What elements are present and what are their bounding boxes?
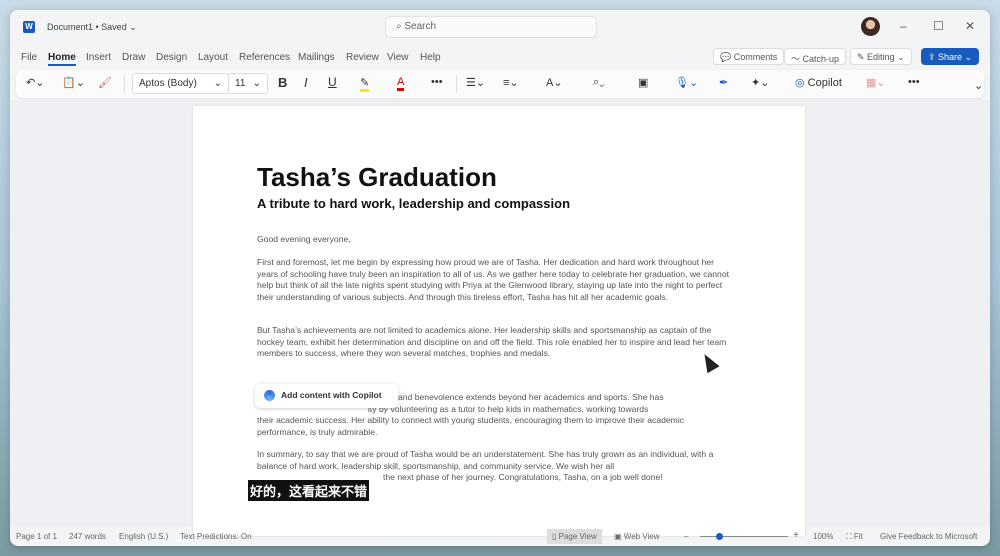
tab-draw[interactable]: Draw — [122, 52, 145, 63]
copilot-icon: ◎ — [795, 77, 805, 89]
close-button[interactable]: ✕ — [965, 19, 975, 33]
search-placeholder: Search — [404, 21, 437, 32]
paste-button[interactable]: 📋⌄ — [62, 76, 85, 89]
font-size-value: 11 — [235, 78, 246, 89]
more-button[interactable]: ••• — [431, 76, 443, 88]
reuse-files-icon[interactable]: ▣ — [638, 76, 648, 89]
doc-subtitle: A tribute to hard work, leadership and c… — [257, 196, 571, 211]
paragraph: In summary, to say that we are proud of … — [257, 449, 714, 471]
designer-icon[interactable]: ✦⌄ — [751, 76, 769, 89]
highlight-button[interactable]: ✎ — [360, 76, 370, 92]
word-window: W Document1 • Saved ⌄ ⌕ Search – ☐ ✕ Fil… — [10, 10, 990, 546]
document-name[interactable]: Document1 • Saved ⌄ — [47, 22, 137, 33]
paragraph: their academic success. Her ability to c… — [257, 415, 685, 437]
add-content-copilot-button[interactable]: Add content with Copilot — [255, 384, 398, 408]
tab-insert[interactable]: Insert — [86, 52, 111, 63]
format-painter-button[interactable]: 🖌 — [98, 76, 112, 89]
word-icon: W — [23, 21, 35, 33]
undo-button[interactable]: ↶⌄ — [26, 76, 44, 89]
language[interactable]: English (U.S.) — [119, 532, 168, 541]
ribbon-toolbar: ↶⌄ 📋⌄ 🖌 Aptos (Body) ⌄ 11 ⌄ B I U ✎ A ••… — [16, 70, 984, 98]
paragraph: Good evening everyone, — [257, 234, 351, 244]
zoom-in-button[interactable]: + — [793, 530, 799, 541]
word-count[interactable]: 247 words — [69, 532, 106, 541]
paragraph: First and foremost, let me begin by expr… — [257, 257, 729, 303]
page-view-button[interactable]: ▯ Page View — [547, 529, 602, 544]
paragraph: But Tasha’s achievements are not limited… — [257, 325, 727, 359]
catchup-label: Catch-up — [802, 54, 840, 64]
tab-layout[interactable]: Layout — [198, 52, 228, 63]
title-bar: W Document1 • Saved ⌄ ⌕ Search – ☐ ✕ — [10, 10, 990, 44]
copilot-button[interactable]: ◎ Copilot — [795, 76, 842, 89]
font-size-select[interactable]: 11 ⌄ — [228, 73, 268, 94]
share-button[interactable]: ⇪ Share ⌄ — [921, 48, 980, 65]
find-icon[interactable]: ⌕⌄ — [593, 76, 604, 89]
feedback-link[interactable]: Give Feedback to Microsoft — [880, 532, 977, 541]
tab-help[interactable]: Help — [420, 52, 441, 63]
document-page[interactable]: Tasha’s Graduation A tribute to hard wor… — [193, 106, 805, 536]
copilot-popup-label: Add content with Copilot — [281, 390, 382, 400]
web-view-label: Web View — [623, 532, 660, 541]
zoom-out-button[interactable]: – — [684, 532, 688, 541]
comments-button[interactable]: 💬 Comments — [713, 48, 785, 65]
zoom-level[interactable]: 100% — [813, 532, 833, 541]
copilot-icon — [264, 390, 275, 401]
share-label: Share ⌄ — [938, 52, 973, 62]
doc-title: Tasha’s Graduation — [257, 162, 497, 192]
search-input[interactable]: ⌕ Search — [385, 16, 597, 38]
font-family-value: Aptos (Body) — [139, 78, 197, 89]
status-bar: Page 1 of 1 247 words English (U.S.) Tex… — [10, 527, 990, 546]
copilot-label: Copilot — [807, 77, 842, 89]
fit-button[interactable]: ⛶ Fit — [846, 532, 863, 542]
divider — [456, 75, 457, 93]
font-color-button[interactable]: A — [397, 76, 405, 91]
collapse-ribbon-icon[interactable]: ⌄ — [974, 79, 983, 92]
editing-label: Editing ⌄ — [867, 52, 905, 62]
styles-icon[interactable]: A⌄ — [546, 76, 563, 89]
page-view-label: Page View — [558, 532, 597, 541]
tab-home[interactable]: Home — [48, 52, 76, 66]
dictate-icon[interactable]: 🎙⌄ — [675, 76, 698, 89]
bullets-icon[interactable]: ☰⌄ — [466, 76, 485, 89]
align-icon[interactable]: ≡⌄ — [503, 76, 519, 89]
catchup-button[interactable]: 〜 Catch-up — [784, 48, 847, 65]
page-count: Page 1 of 1 — [16, 532, 57, 541]
tab-view[interactable]: View — [387, 52, 409, 63]
fit-label: Fit — [853, 532, 863, 541]
addins-icon[interactable]: ▦⌄ — [866, 76, 886, 89]
underline-button[interactable]: U — [328, 75, 337, 89]
bold-button[interactable]: B — [278, 75, 287, 90]
italic-button[interactable]: I — [304, 75, 308, 90]
zoom-slider-thumb[interactable] — [716, 533, 723, 540]
avatar[interactable] — [861, 17, 880, 36]
document-canvas: Tasha’s Graduation A tribute to hard wor… — [10, 100, 990, 536]
tab-references[interactable]: References — [239, 52, 290, 63]
tab-mailings[interactable]: Mailings — [298, 52, 335, 63]
zoom-slider[interactable] — [700, 533, 788, 540]
web-view-button[interactable]: ▣ Web View — [614, 532, 660, 541]
divider — [124, 75, 125, 93]
editing-button[interactable]: ✎ Editing ⌄ — [850, 48, 912, 65]
tab-design[interactable]: Design — [156, 52, 187, 63]
maximize-button[interactable]: ☐ — [933, 19, 944, 33]
text-predictions[interactable]: Text Predictions: On — [180, 532, 252, 541]
comments-label: Comments — [733, 52, 778, 62]
video-caption: 好的，这看起来不错 — [248, 480, 370, 501]
overflow-button[interactable]: ••• — [908, 76, 920, 88]
tab-file[interactable]: File — [21, 52, 37, 63]
minimize-button[interactable]: – — [900, 19, 907, 33]
tab-review[interactable]: Review — [346, 52, 379, 63]
editor-icon[interactable]: ✒ — [719, 76, 728, 89]
font-family-select[interactable]: Aptos (Body) ⌄ — [132, 73, 229, 94]
